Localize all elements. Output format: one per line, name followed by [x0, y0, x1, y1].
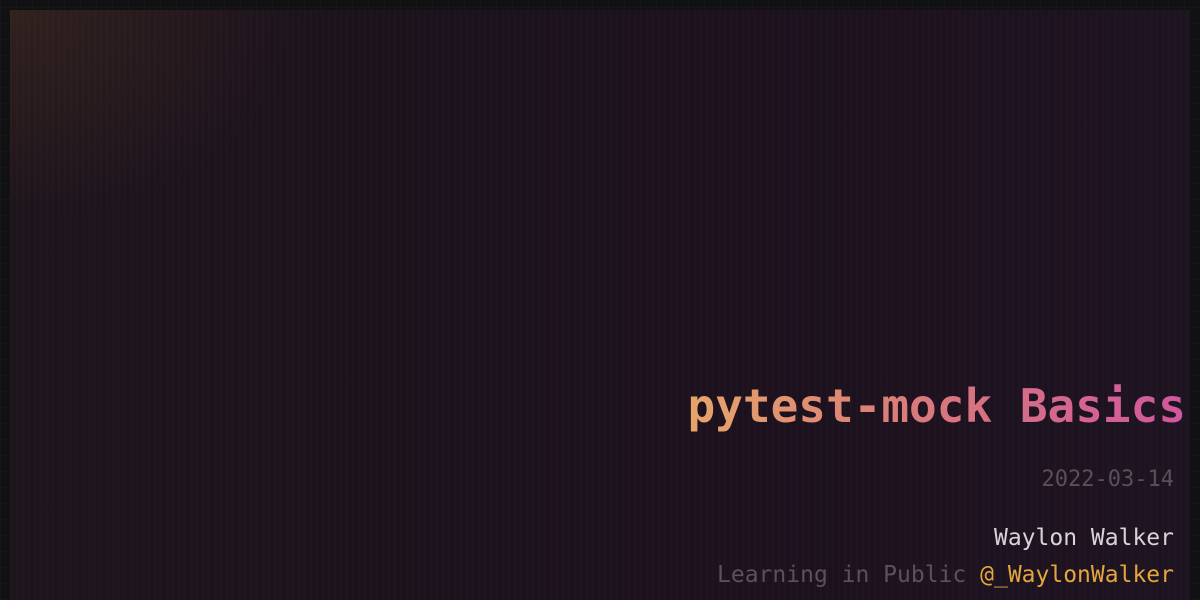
- author-name: Waylon Walker: [993, 525, 1174, 551]
- tagline: Learning in Public @_WaylonWalker: [717, 560, 1174, 590]
- tagline-text: Learning in Public: [717, 562, 967, 588]
- post-date: 2022-03-14: [1041, 467, 1174, 492]
- og-image-frame: pytest-mock Basics 2022-03-14 Waylon Wal…: [0, 0, 1200, 600]
- post-title: pytest-mock Basics: [687, 379, 1187, 433]
- social-handle: @_WaylonWalker: [980, 562, 1174, 588]
- og-card: pytest-mock Basics 2022-03-14 Waylon Wal…: [10, 10, 1190, 600]
